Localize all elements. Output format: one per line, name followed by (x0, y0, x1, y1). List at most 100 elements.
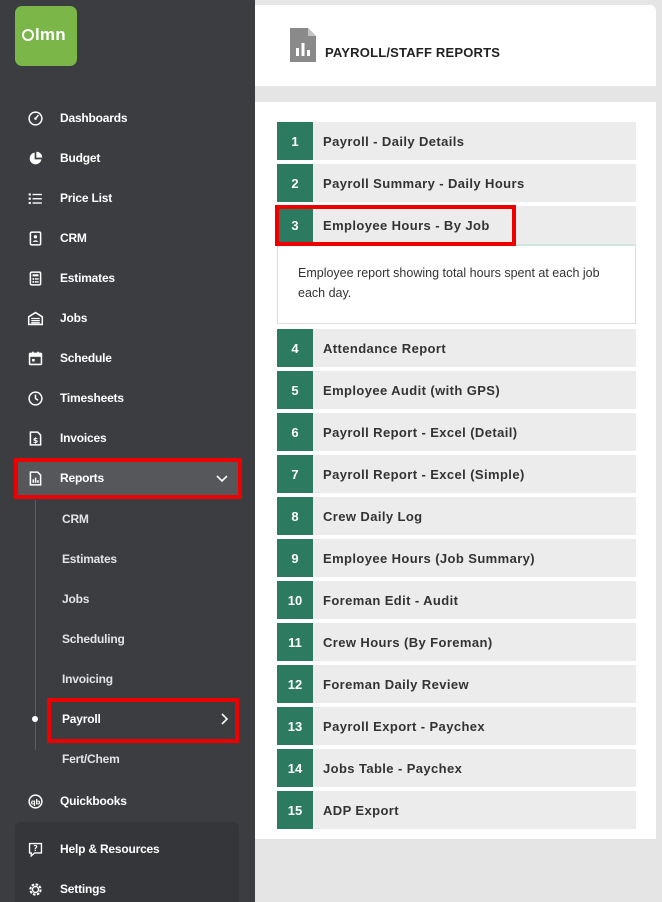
sidebar-item-label: Price List (60, 191, 113, 205)
report-row[interactable]: 8 Crew Daily Log (277, 497, 636, 535)
clock-icon (25, 388, 45, 408)
report-label: Payroll Report - Excel (Simple) (323, 466, 525, 482)
svg-text:?: ? (33, 844, 37, 853)
report-label: Foreman Edit - Audit (323, 592, 459, 608)
report-number-badge: 2 (277, 164, 313, 202)
sidebar-item-label: Quickbooks (60, 794, 127, 808)
submenu-item-label: Jobs (62, 592, 90, 606)
calendar-icon (25, 348, 45, 368)
report-row[interactable]: 10 Foreman Edit - Audit (277, 581, 636, 619)
report-number-badge: 8 (277, 497, 313, 535)
sidebar-item-schedule[interactable]: Schedule (15, 340, 240, 376)
submenu-item-label: CRM (62, 512, 89, 526)
submenu-item-payroll[interactable]: Payroll (48, 700, 238, 738)
contact-card-icon (25, 228, 45, 248)
report-label: Employee Hours (Job Summary) (323, 550, 536, 566)
list-icon (25, 188, 45, 208)
report-row[interactable]: 7 Payroll Report - Excel (Simple) (277, 455, 636, 493)
report-label: Payroll - Daily Details (323, 133, 465, 149)
sidebar-item-reports[interactable]: Reports (15, 460, 240, 496)
report-number-badge: 13 (277, 707, 313, 745)
dashboard-gauge-icon (25, 108, 45, 128)
sidebar-item-price-list[interactable]: Price List (15, 180, 240, 216)
report-label: Jobs Table - Paychex (323, 760, 463, 776)
submenu-item-label: Invoicing (62, 672, 113, 686)
submenu-item-label: Estimates (62, 552, 117, 566)
report-number-badge: 10 (277, 581, 313, 619)
report-label: Payroll Summary - Daily Hours (323, 175, 525, 191)
report-number-badge: 1 (277, 122, 313, 160)
sidebar-item-settings[interactable]: Settings (15, 871, 240, 902)
sidebar-item-jobs[interactable]: Jobs (15, 300, 240, 336)
report-number-badge: 5 (277, 371, 313, 409)
help-chat-icon: ? (25, 839, 45, 859)
report-label: Attendance Report (323, 340, 447, 356)
report-label: Payroll Export - Paychex (323, 718, 486, 734)
chevron-down-icon[interactable] (214, 470, 230, 486)
report-number-badge: 9 (277, 539, 313, 577)
sidebar-item-estimates[interactable]: Estimates (15, 260, 240, 296)
sidebar-item-help[interactable]: ? Help & Resources (15, 831, 240, 867)
submenu-item-label: Payroll (62, 712, 101, 726)
report-list: 1 Payroll - Daily Details 2 Payroll Summar… (255, 102, 656, 839)
sidebar-item-label: Estimates (60, 271, 115, 285)
report-row[interactable]: 11 Crew Hours (By Foreman) (277, 623, 636, 661)
report-number-badge: 3 (277, 206, 313, 244)
report-row[interactable]: 13 Payroll Export - Paychex (277, 707, 636, 745)
report-row-expanded[interactable]: 3 Employee Hours - By Job (277, 206, 636, 247)
report-number-badge: 12 (277, 665, 313, 703)
report-number-badge: 6 (277, 413, 313, 451)
report-label: Payroll Report - Excel (Detail) (323, 424, 518, 440)
sidebar-item-invoices[interactable]: $ Invoices (15, 420, 240, 456)
submenu-item-estimates[interactable]: Estimates (48, 540, 238, 578)
submenu-item-fert-chem[interactable]: Fert/Chem (48, 740, 238, 778)
report-chart-icon (25, 468, 45, 488)
sidebar-item-label: Timesheets (60, 391, 124, 405)
report-row[interactable]: 15 ADP Export (277, 791, 636, 829)
sidebar-item-timesheets[interactable]: Timesheets (15, 380, 240, 416)
report-document-icon (290, 28, 316, 62)
sidebar: lmn Dashboards Budget Price List CRM Est… (0, 0, 255, 902)
report-label: Foreman Daily Review (323, 676, 469, 692)
report-row[interactable]: 4 Attendance Report (277, 329, 636, 367)
active-indicator-dot (32, 716, 38, 722)
report-number-badge: 4 (277, 329, 313, 367)
svg-text:$: $ (32, 435, 37, 444)
submenu-item-scheduling[interactable]: Scheduling (48, 620, 238, 658)
submenu-item-label: Scheduling (62, 632, 125, 646)
sidebar-item-dashboards[interactable]: Dashboards (15, 100, 240, 136)
submenu-item-crm[interactable]: CRM (48, 500, 238, 538)
report-row[interactable]: 14 Jobs Table - Paychex (277, 749, 636, 787)
sidebar-item-label: Jobs (60, 311, 88, 325)
sidebar-item-label: Schedule (60, 351, 112, 365)
svg-text:qb: qb (30, 798, 40, 806)
sidebar-item-crm[interactable]: CRM (15, 220, 240, 256)
sidebar-item-quickbooks[interactable]: qb Quickbooks (15, 783, 240, 819)
sidebar-item-budget[interactable]: Budget (15, 140, 240, 176)
calculator-icon (25, 268, 45, 288)
sidebar-item-label: CRM (60, 231, 87, 245)
lmn-logo[interactable]: lmn (15, 6, 77, 66)
sidebar-item-label: Settings (60, 882, 106, 896)
submenu-item-invoicing[interactable]: Invoicing (48, 660, 238, 698)
logo-text: lmn (35, 25, 66, 44)
sidebar-item-label: Help & Resources (60, 842, 160, 856)
report-row[interactable]: 12 Foreman Daily Review (277, 665, 636, 703)
report-row[interactable]: 9 Employee Hours (Job Summary) (277, 539, 636, 577)
report-row[interactable]: 2 Payroll Summary - Daily Hours (277, 164, 636, 202)
garage-icon (25, 308, 45, 328)
chevron-right-icon (221, 713, 229, 725)
report-row[interactable]: 1 Payroll - Daily Details (277, 122, 636, 160)
report-number-badge: 15 (277, 791, 313, 829)
page-header: PAYROLL/STAFF REPORTS (255, 5, 656, 86)
submenu-item-label: Fert/Chem (62, 752, 120, 766)
report-description-panel: Employee report showing total hours spen… (277, 246, 636, 324)
gear-icon (25, 879, 45, 899)
submenu-item-jobs[interactable]: Jobs (48, 580, 238, 618)
report-row[interactable]: 6 Payroll Report - Excel (Detail) (277, 413, 636, 451)
report-row[interactable]: 5 Employee Audit (with GPS) (277, 371, 636, 409)
report-label: Crew Daily Log (323, 508, 423, 524)
invoice-dollar-icon: $ (25, 428, 45, 448)
sidebar-item-label: Budget (60, 151, 101, 165)
report-label: Employee Audit (with GPS) (323, 382, 501, 398)
